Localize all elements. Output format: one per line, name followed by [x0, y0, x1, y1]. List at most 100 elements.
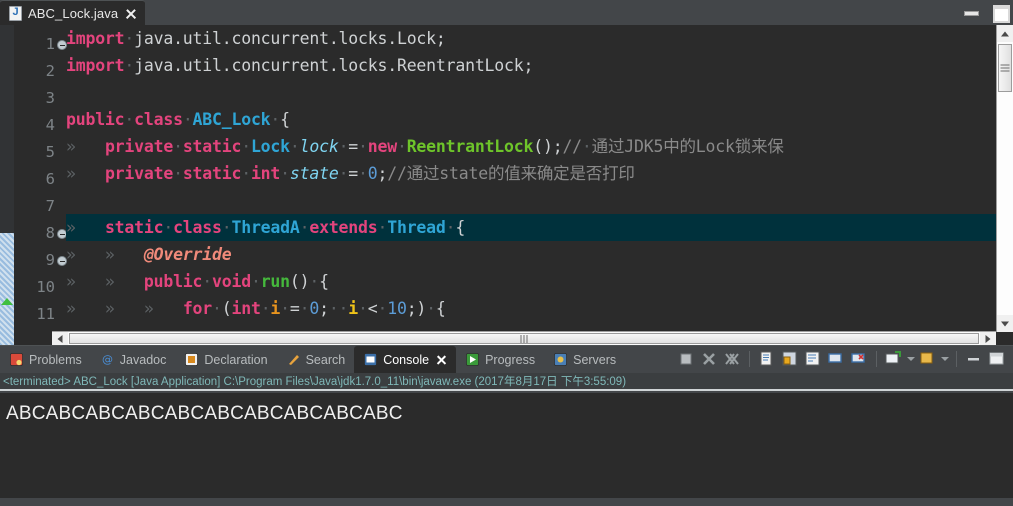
scroll-down-button[interactable] [997, 315, 1013, 332]
code-token: · [299, 299, 310, 318]
eclipse-window: ABC_Lock.java 1234567891011 import·java.… [0, 0, 1013, 506]
terminate-icon[interactable] [676, 349, 696, 369]
console-panel: Problems @ Javadoc Declaration Search Console… [0, 345, 1013, 506]
code-token: 0 [367, 164, 378, 183]
range-indicator [0, 233, 14, 345]
maximize-icon[interactable] [992, 4, 1010, 23]
code-token: · [280, 299, 290, 318]
code-area[interactable]: import·java.util.concurrent.locks.Lock; i… [56, 25, 1013, 345]
code-token: void [212, 272, 251, 291]
code-token: · [260, 299, 271, 318]
line-number: 2 [45, 62, 55, 80]
tab-label: Progress [485, 352, 536, 367]
code-token: » [66, 164, 105, 183]
tab-label: Servers [573, 352, 617, 367]
remove-launch-icon[interactable] [699, 349, 719, 369]
code-line[interactable]: » » public·void·run()·{ [66, 268, 1013, 295]
vertical-scroll-thumb[interactable] [998, 44, 1012, 92]
open-console-icon[interactable] [884, 349, 904, 369]
code-token: » » [66, 272, 144, 291]
scroll-left-button[interactable] [52, 332, 68, 345]
code-line[interactable]: » » » for·(int·i·=·0;··i·<·10;)·{ [66, 295, 1013, 322]
code-token: · [182, 110, 193, 129]
pin-console-icon[interactable] [826, 349, 846, 369]
code-token: new [367, 137, 397, 156]
editor-vertical-scrollbar[interactable] [996, 25, 1013, 332]
tab-declaration[interactable]: Declaration [175, 346, 276, 373]
code-token: int [231, 299, 261, 318]
code-token: · [124, 29, 135, 48]
code-line[interactable]: » » @Override [66, 241, 1013, 268]
tab-label: Javadoc [119, 352, 167, 367]
tab-search[interactable]: Search [277, 346, 355, 373]
new-console-view-icon[interactable] [918, 349, 938, 369]
declaration-icon [184, 352, 199, 367]
tab-console[interactable]: Console [354, 346, 457, 373]
code-token: · [396, 137, 407, 156]
editor-tab-abc-lock[interactable]: ABC_Lock.java [0, 0, 146, 25]
code-token: · [377, 299, 388, 318]
maximize-panel-icon[interactable] [987, 349, 1007, 369]
code-line[interactable]: » private·static·Lock·lock·=·new·Reentra… [66, 133, 1013, 160]
chevron-down-icon[interactable] [907, 357, 915, 361]
code-token: · [202, 272, 213, 291]
console-icon [363, 352, 378, 367]
code-line[interactable] [66, 187, 1013, 214]
word-wrap-icon[interactable] [803, 349, 823, 369]
line-number: 10 [36, 278, 55, 296]
code-line[interactable] [66, 79, 1013, 106]
code-editor[interactable]: 1 2 3 4 5 6 7 8 9 10 11 import·java.util.concurren… [0, 25, 1013, 345]
editor-horizontal-scrollbar[interactable] [52, 331, 996, 345]
line-number: 5 [45, 143, 55, 161]
scroll-right-button[interactable] [980, 332, 996, 345]
code-token: · [338, 164, 349, 183]
scroll-lock-icon[interactable] [780, 349, 800, 369]
line-number: 9 [14, 247, 67, 274]
horizontal-scroll-thumb[interactable] [69, 333, 979, 344]
code-token: state [289, 164, 339, 183]
code-token: ·· [328, 299, 349, 318]
minimize-icon[interactable] [963, 4, 979, 18]
remove-all-terminated-icon[interactable] [722, 349, 742, 369]
code-token: private [104, 164, 174, 183]
code-token: · [581, 137, 592, 156]
code-token: class [173, 218, 222, 237]
console-output[interactable]: ABCABCABCABCABCABCABCABCABCABC [0, 393, 1013, 506]
code-token: // [562, 137, 582, 156]
console-toolbar [676, 345, 1011, 373]
close-icon[interactable] [124, 7, 137, 20]
code-token: ThreadA [231, 218, 300, 237]
code-token: run [260, 272, 290, 291]
code-token: static [182, 164, 242, 183]
svg-text:@: @ [102, 353, 113, 366]
line-number: 4 [45, 116, 55, 134]
minimize-panel-icon[interactable] [964, 349, 984, 369]
close-icon[interactable] [436, 354, 447, 365]
code-token: » » » [66, 299, 183, 318]
code-line[interactable]: import·java.util.concurrent.locks.Reentr… [66, 52, 1013, 79]
tab-javadoc[interactable]: @ Javadoc [91, 346, 176, 373]
code-token: (); [533, 137, 563, 156]
code-line[interactable]: » private·static·int·state·=·0;//通过state… [66, 160, 1013, 187]
tab-label: Console [383, 352, 430, 367]
chevron-down-icon[interactable] [941, 357, 949, 361]
search-icon [286, 352, 301, 367]
code-token: · [426, 299, 436, 318]
toolbar-separator [749, 351, 750, 367]
annotation-column [0, 25, 14, 345]
scroll-up-button[interactable] [997, 25, 1013, 42]
code-token: Thread [387, 218, 446, 237]
code-token: = [348, 164, 359, 183]
code-line[interactable]: public·class·ABC_Lock·{ [66, 106, 1013, 133]
tab-label: Declaration [204, 352, 268, 367]
code-token: i [348, 299, 359, 318]
code-token: 通过JDK5中的Lock锁来保 [591, 137, 784, 156]
tab-servers[interactable]: Servers [544, 346, 625, 373]
code-line[interactable]: import·java.util.concurrent.locks.Lock; [66, 25, 1013, 52]
tab-problems[interactable]: Problems [0, 346, 91, 373]
code-token: · [270, 110, 281, 129]
tab-progress[interactable]: Progress [456, 346, 544, 373]
code-line[interactable]: » static·class·ThreadA·extends·Thread·{ [66, 214, 1013, 241]
clear-console-icon[interactable] [757, 349, 777, 369]
display-selected-console-icon[interactable] [849, 349, 869, 369]
